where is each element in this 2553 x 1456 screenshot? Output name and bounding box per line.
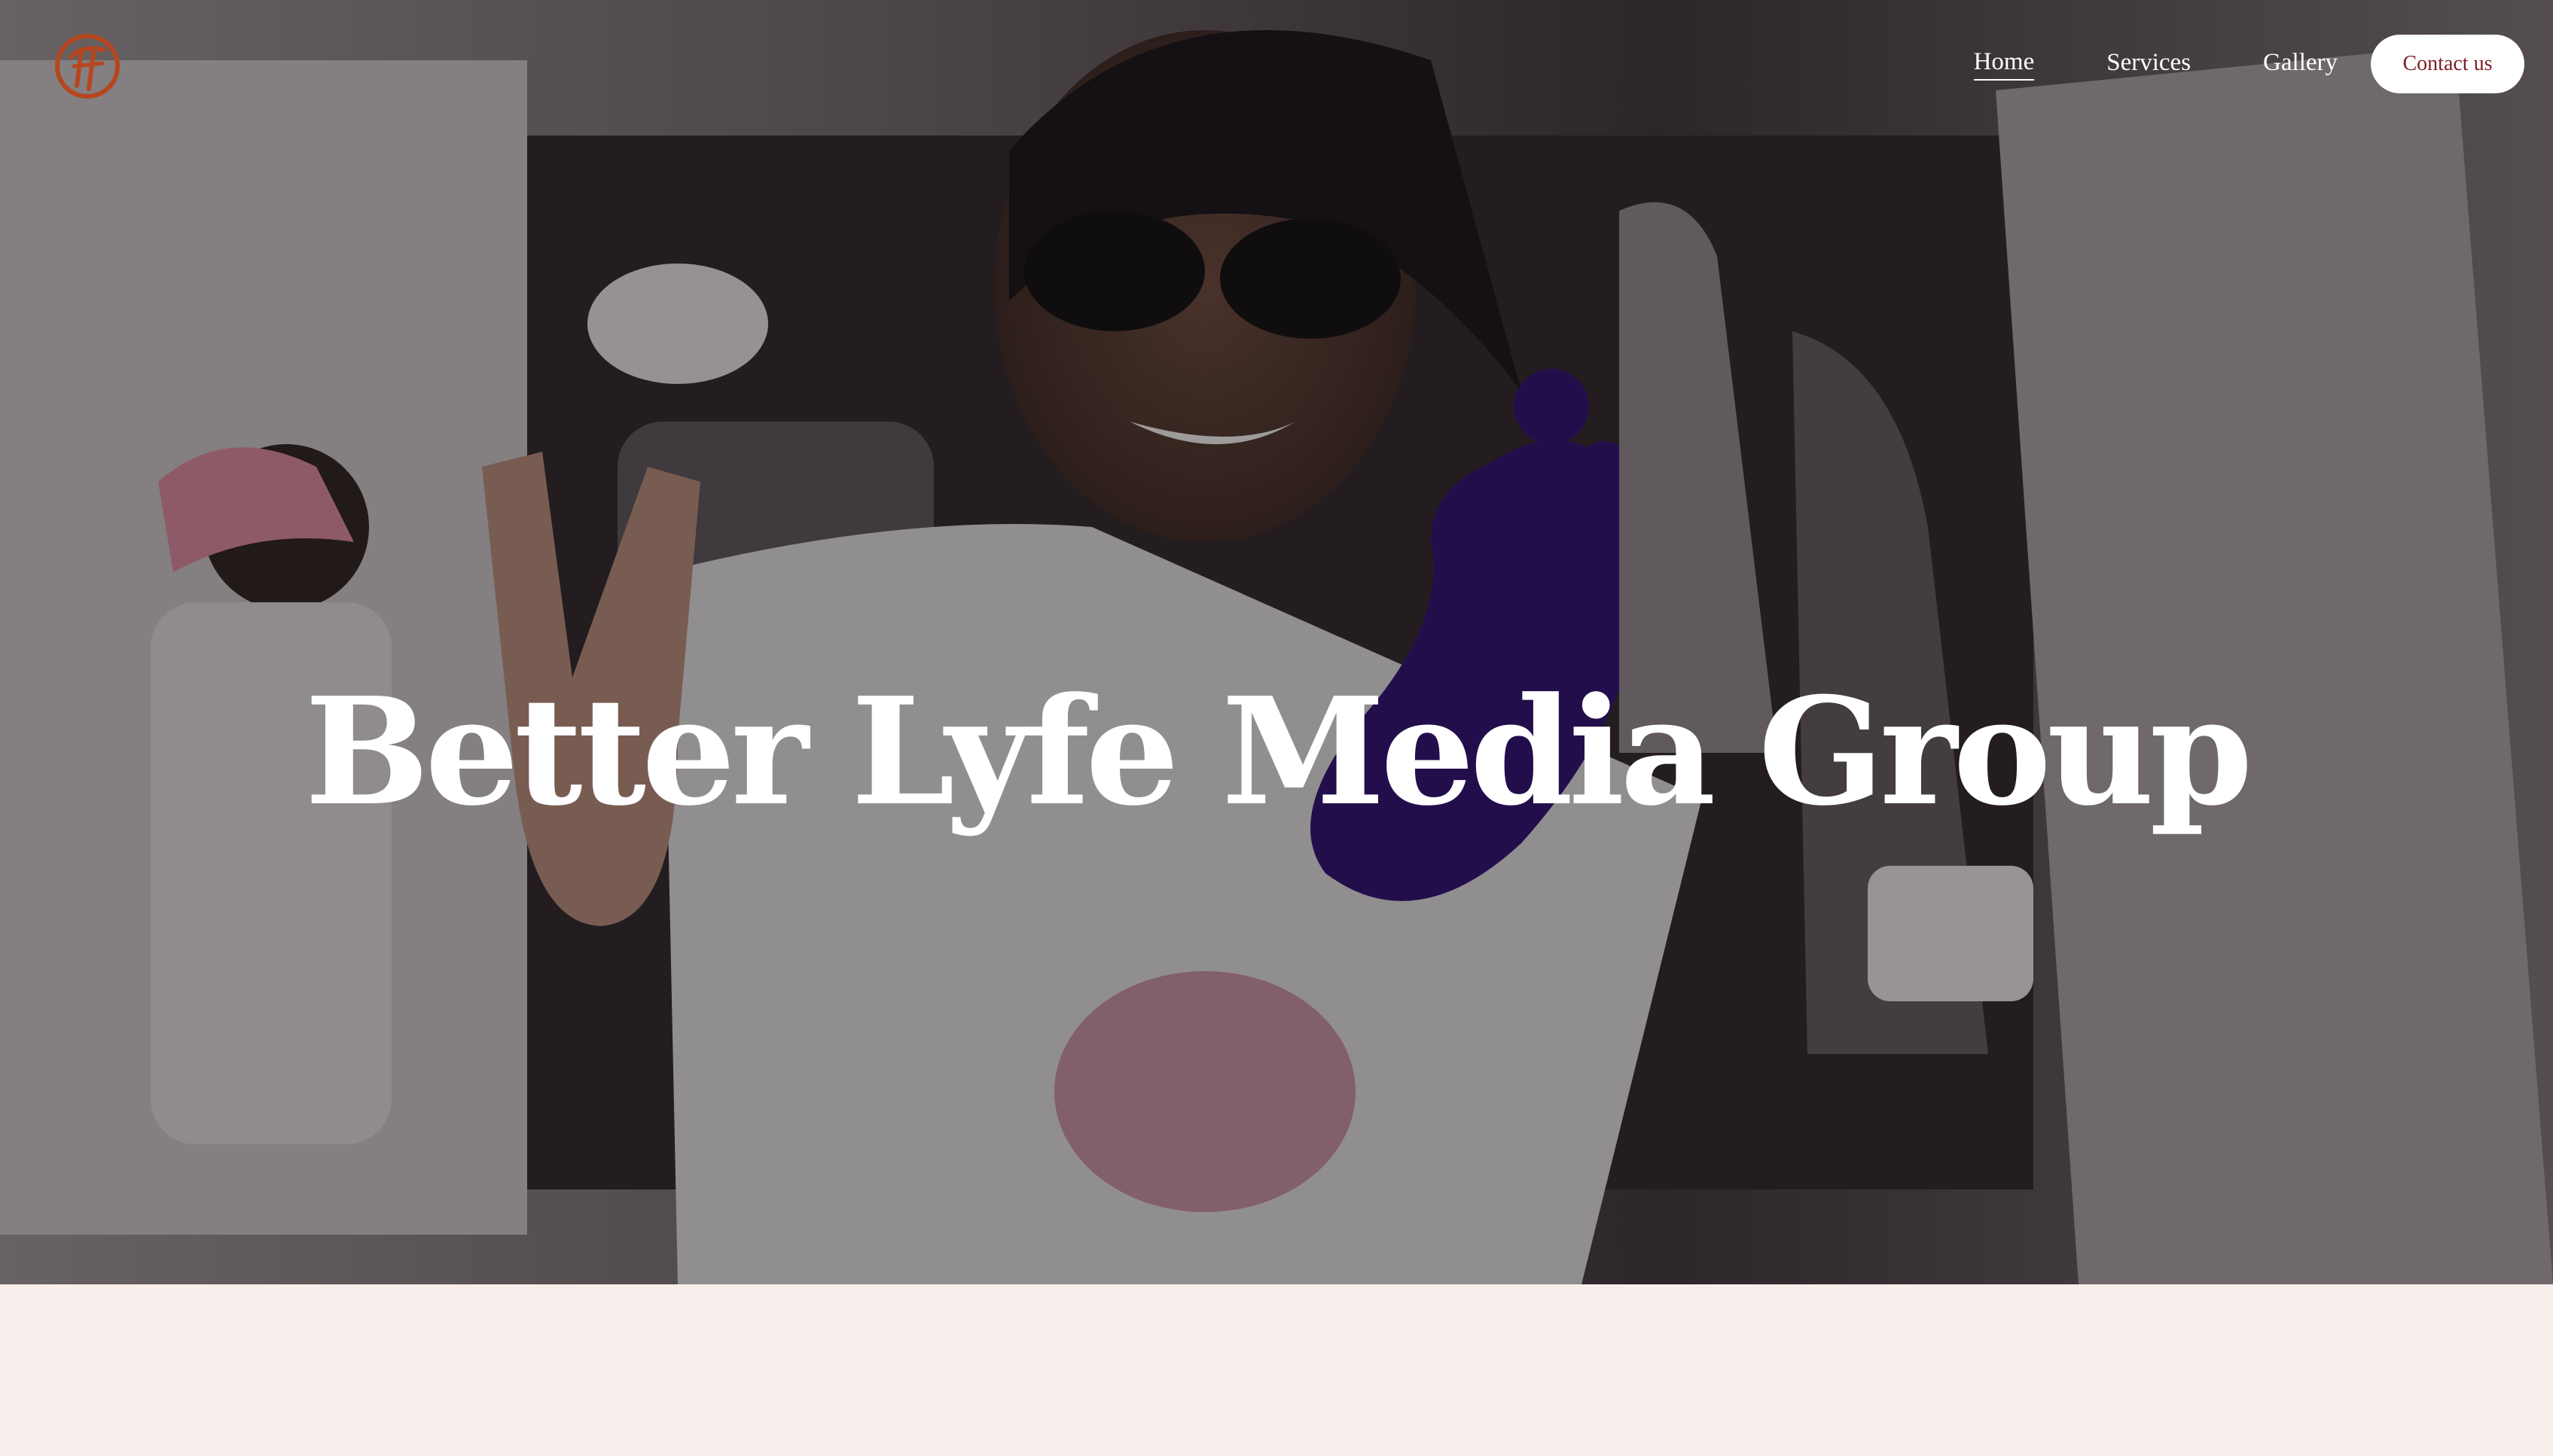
hero-section: Home Services Gallery Contact us Better … <box>0 0 2553 1284</box>
contact-us-button[interactable]: Contact us <box>2371 35 2524 93</box>
hero-title: Better Lyfe Media Group <box>304 666 2253 839</box>
hero-overlay <box>0 0 2553 1284</box>
page: Home Services Gallery Contact us Better … <box>0 0 2553 1456</box>
main-nav: Home Services Gallery Contact us <box>1973 35 2524 93</box>
nav-services-link[interactable]: Services <box>2106 49 2191 80</box>
nav-gallery-link[interactable]: Gallery <box>2263 49 2338 80</box>
lower-section <box>0 1284 2553 1456</box>
logo[interactable] <box>51 30 124 102</box>
nav-home-link[interactable]: Home <box>1973 48 2035 81</box>
bl-monogram-logo-icon <box>55 34 120 99</box>
